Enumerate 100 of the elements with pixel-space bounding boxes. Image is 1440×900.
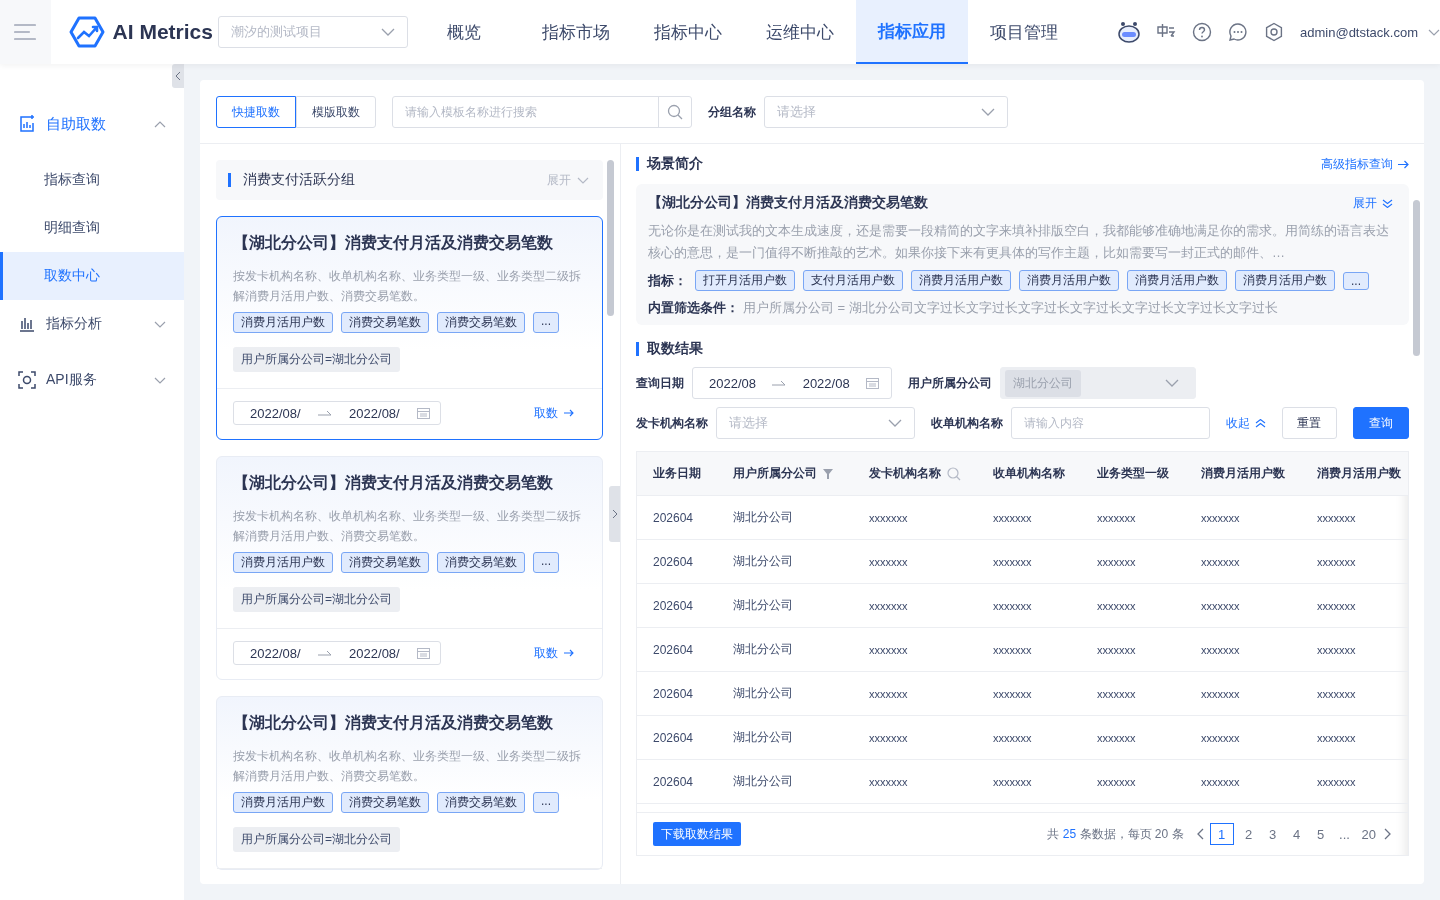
fetch-link[interactable]: 取数 — [534, 404, 574, 422]
template-card[interactable]: 【湖北分公司】消费支付月活及消费交易笔数 按发卡机构名称、收单机构名称、业务类型一级、业务类型二级拆解消费月活用户数、消费交易笔数。 消费月活用户数 消费交易笔数 消费交易笔数 ... 用户所属分公司=湖北分公司 2022/08/ 2022/08/ 取数 — [216, 216, 603, 440]
collapse-sidebar-button[interactable] — [172, 64, 184, 88]
nav-tab[interactable]: 指标市场 — [520, 0, 633, 64]
table-cell-text: 湖北分公司 — [732, 641, 794, 658]
date-range-field[interactable]: 2022/08 2022/08 — [692, 367, 892, 399]
table-cell-text: xxxxxxx — [1316, 554, 1357, 570]
card-title: 【湖北分公司】消费支付月活及消费交易笔数 — [233, 233, 554, 253]
page-button[interactable]: 5 — [1311, 823, 1330, 845]
card-title: 【湖北分公司】消费支付月活及消费交易笔数 — [233, 473, 554, 493]
download-button[interactable]: 下载取数结果 — [653, 822, 741, 846]
sidebar-subitem[interactable]: 明细查询 — [0, 204, 184, 252]
filter-condition: 用户所属分公司 = 湖北分公司文字过长文字过长文字过长文字过长文字过长文字过长文字过长 — [743, 299, 1278, 317]
date-range-field[interactable]: 2022/08/ 2022/08/ — [233, 641, 441, 665]
column-header: 业务类型一级 — [1096, 465, 1170, 482]
table-cell-text: 湖北分公司 — [732, 729, 794, 746]
table-cell-text: xxxxxxx — [868, 598, 909, 614]
metric-tag: ... — [533, 552, 559, 573]
total-count: 共 25 条数据，每页 20 条 — [1047, 825, 1184, 843]
date-range-field[interactable]: 2022/08/ 2022/08/ — [233, 401, 441, 425]
search-field[interactable]: 请输入模板名称进行搜索 — [392, 96, 692, 128]
chevron-right-icon[interactable] — [1384, 828, 1392, 840]
field-label: 发卡机构名称 — [636, 414, 708, 432]
chart-box-icon — [18, 115, 36, 133]
metric-tag: 消费交易笔数 — [341, 552, 429, 573]
table-cell-text: xxxxxxx — [1096, 598, 1137, 614]
help-icon[interactable] — [1192, 22, 1213, 42]
card-description: 按发卡机构名称、收单机构名称、业务类型一级、业务类型二级拆解消费月活用户数、消费交易笔数。 — [233, 748, 582, 785]
card-description: 按发卡机构名称、收单机构名称、业务类型一级、业务类型二级拆解消费月活用户数、消费交易笔数。 — [233, 508, 582, 545]
table-cell-text: xxxxxxx — [992, 730, 1033, 746]
mode-tab[interactable]: 快捷取数 — [216, 96, 296, 128]
calendar-icon — [416, 647, 430, 659]
sidebar-item[interactable]: 指标分析 — [0, 300, 184, 348]
filter-icon[interactable] — [823, 468, 833, 479]
expand-link[interactable]: 展开 — [1353, 194, 1393, 212]
template-card[interactable]: 【湖北分公司】消费支付月活及消费交易笔数 按发卡机构名称、收单机构名称、业务类型一级、业务类型二级拆解消费月活用户数、消费交易笔数。 消费月活用户数 消费交易笔数 消费交易笔数 ... 用户所属分公司=湖北分公司 — [216, 696, 603, 870]
chevron-left-icon[interactable] — [1195, 828, 1204, 840]
group-header[interactable]: 消费支付活跃分组 展开 — [216, 160, 603, 200]
scene-title: 【湖北分公司】消费支付月活及消费交易笔数 — [648, 194, 928, 212]
nav-tab[interactable]: 指标中心 — [632, 0, 745, 64]
chevron-down-icon — [154, 376, 166, 384]
column-header: 消费月活用户数 — [1200, 465, 1286, 482]
table-cell-text: xxxxxxx — [1096, 686, 1137, 702]
search-input[interactable]: 请输入模板名称进行搜索 — [393, 102, 658, 122]
acquirer-input[interactable]: 请输入内容 — [1010, 407, 1210, 439]
page-button[interactable]: 20 — [1359, 823, 1378, 845]
robot-icon[interactable] — [1118, 21, 1141, 43]
calendar-icon — [416, 407, 430, 419]
advanced-query-link[interactable]: 高级指标查询 — [1321, 155, 1409, 173]
field-label: 查询日期 — [636, 374, 684, 392]
nav-tab[interactable]: 概览 — [408, 0, 521, 64]
page-button[interactable]: 4 — [1287, 823, 1306, 845]
chevron-down-icon — [1428, 28, 1440, 36]
metric-tag: 打开月活用户数 — [695, 270, 795, 291]
page-button[interactable]: 1 — [1209, 823, 1234, 845]
query-button[interactable]: 查询 — [1353, 407, 1409, 439]
nav-tab[interactable]: 项目管理 — [968, 0, 1081, 64]
menu-icon — [14, 23, 37, 41]
page-button[interactable]: ... — [1335, 823, 1354, 845]
column-header: 消费月活用户数 — [1316, 465, 1401, 482]
template-card[interactable]: 【湖北分公司】消费支付月活及消费交易笔数 按发卡机构名称、收单机构名称、业务类型一级、业务类型二级拆解消费月活用户数、消费交易笔数。 消费月活用户数 消费交易笔数 消费交易笔数 ... 用户所属分公司=湖北分公司 2022/08/ 2022/08/ 取数 — [216, 456, 603, 680]
sidebar-subitem[interactable]: 指标查询 — [0, 156, 184, 204]
metric-tag: ... — [533, 792, 559, 813]
table-cell-text: xxxxxxx — [1200, 554, 1241, 570]
table-cell-text: xxxxxxx — [1316, 686, 1357, 702]
table-cell-text: xxxxxxx — [868, 510, 909, 526]
settings-icon[interactable] — [1264, 22, 1285, 42]
nav-tab[interactable]: 运维中心 — [744, 0, 857, 64]
column-header: 收单机构名称 — [992, 465, 1066, 482]
table-cell-text: xxxxxxx — [1316, 774, 1357, 790]
mode-tab[interactable]: 模版取数 — [296, 96, 376, 128]
metric-tag: 消费月活用户数 — [1127, 270, 1227, 291]
filter-tag: 用户所属分公司=湖北分公司 — [233, 347, 400, 372]
chat-icon[interactable] — [1228, 22, 1249, 42]
sidebar-subitem[interactable]: 取数中心 — [0, 252, 184, 300]
page-button[interactable]: 3 — [1263, 823, 1282, 845]
user-menu[interactable]: admin@dtstack.com — [1300, 24, 1440, 40]
api-icon — [18, 371, 36, 389]
nav-tab[interactable]: 指标应用 — [856, 0, 969, 64]
table-cell-text: xxxxxxx — [1200, 730, 1241, 746]
page-button[interactable]: 2 — [1239, 823, 1258, 845]
filter-tag: 用户所属分公司=湖北分公司 — [233, 587, 400, 612]
table-cell-text: 202604 — [652, 685, 695, 703]
sidebar-item[interactable]: API服务 — [0, 356, 184, 404]
reset-button[interactable]: 重置 — [1281, 407, 1338, 439]
scrollbar[interactable] — [1413, 200, 1420, 356]
sidebar-item[interactable]: 自助取数 — [0, 100, 184, 148]
table-cell-text: xxxxxxx — [992, 598, 1033, 614]
table-cell-text: 202604 — [652, 553, 695, 571]
metric-tag: ... — [1343, 271, 1369, 290]
table-cell-text: xxxxxxx — [1096, 554, 1137, 570]
table-cell-text: 湖北分公司 — [732, 509, 794, 526]
metric-tag: 消费月活用户数 — [233, 792, 333, 813]
table-cell-text: xxxxxxx — [1096, 510, 1137, 526]
collapse-link[interactable]: 收起 — [1225, 414, 1266, 432]
table-cell-text: 湖北分公司 — [732, 773, 794, 790]
table-cell-text: 202604 — [652, 597, 695, 615]
arrow-right-icon — [564, 649, 574, 657]
scrollbar[interactable] — [607, 160, 614, 316]
fetch-link[interactable]: 取数 — [534, 644, 574, 662]
